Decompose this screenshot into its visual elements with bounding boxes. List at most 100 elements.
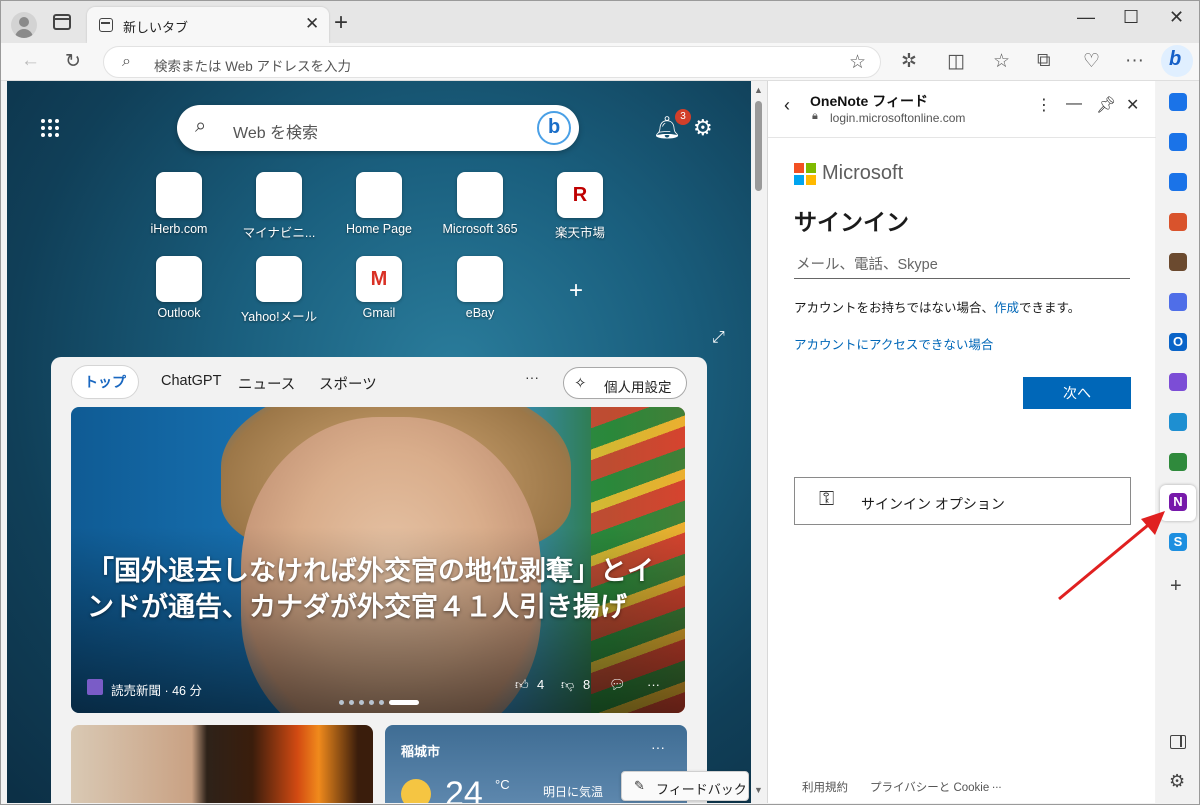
quick-link[interactable]: R 楽天市場 xyxy=(530,172,630,252)
create-account-link[interactable]: 作成 xyxy=(994,301,1019,315)
weather-city[interactable]: 稲城市 xyxy=(401,741,440,760)
panel-more-icon[interactable]: ⋮ xyxy=(1036,95,1052,115)
next-button[interactable]: 次へ xyxy=(1023,377,1131,409)
panel-close-icon[interactable]: ✕ xyxy=(1126,95,1139,115)
maximize-button[interactable]: ☐ xyxy=(1123,7,1139,28)
quick-link-tile-icon[interactable] xyxy=(156,172,202,218)
quick-link[interactable]: Outlook xyxy=(129,256,229,336)
quick-link[interactable]: Microsoft 365 xyxy=(430,172,530,252)
terms-link[interactable]: 利用規約 xyxy=(802,779,848,795)
quick-link[interactable]: iHerb.com xyxy=(129,172,229,252)
quick-link-tile-icon[interactable] xyxy=(356,172,402,218)
outlook-icon[interactable]: O xyxy=(1169,333,1187,351)
hero-story[interactable]: 「国外退去しなければ外交官の地位剥奪」とインドが通告、カナダが外交官４１人引き揚… xyxy=(71,407,685,713)
expand-icon[interactable]: ⤢ xyxy=(712,329,725,347)
quick-link-tile-icon[interactable] xyxy=(156,256,202,302)
quick-link[interactable]: マイナビニ... xyxy=(229,172,329,252)
refresh-icon[interactable]: ↻ xyxy=(65,50,81,73)
search-placeholder[interactable]: Web を検索 xyxy=(233,119,318,143)
email-field[interactable]: メール、電話、Skype xyxy=(794,245,1130,279)
toolbox-icon[interactable] xyxy=(1169,213,1187,231)
sidebar-settings-gear-icon[interactable]: ⚙ xyxy=(1169,771,1185,792)
tree-icon[interactable] xyxy=(1169,453,1187,471)
tab-sports[interactable]: スポーツ xyxy=(319,373,377,394)
profile-avatar[interactable] xyxy=(11,12,37,38)
search-icon[interactable] xyxy=(1169,133,1187,151)
cant-access-link[interactable]: アカウントにアクセスできない場合 xyxy=(794,334,993,353)
add-quick-link-button[interactable]: + xyxy=(569,277,583,305)
quick-link[interactable]: eBay xyxy=(430,256,530,336)
quick-link-label[interactable]: iHerb.com xyxy=(129,222,229,236)
web-search-box[interactable]: ⌕ Web を検索 b xyxy=(177,105,579,151)
footer-more-link[interactable]: ... xyxy=(992,779,1002,791)
quick-link-label[interactable]: マイナビニ... xyxy=(229,222,329,241)
address-bar[interactable]: ⌕ 検索または Web アドレスを入力 ☆ xyxy=(103,46,881,78)
tab-news[interactable]: ニュース xyxy=(238,373,295,394)
panel-minimize-icon[interactable]: — xyxy=(1066,95,1082,113)
collections-icon[interactable]: ⧉ xyxy=(1037,50,1051,72)
hero-more-button[interactable]: ··· xyxy=(647,677,660,692)
bing-chat-icon[interactable]: b xyxy=(537,111,571,145)
quick-link-tile-icon[interactable] xyxy=(457,172,503,218)
story-card-image[interactable] xyxy=(71,725,373,803)
extensions-icon[interactable]: ✲ xyxy=(901,50,917,73)
tag-icon[interactable] xyxy=(1169,173,1187,191)
hero-headline[interactable]: 「国外退去しなければ外交官の地位剥奪」とインドが通告、カナダが外交官４１人引き揚… xyxy=(87,553,677,625)
favorites-icon[interactable]: ☆ xyxy=(993,50,1010,73)
quick-link[interactable]: M Gmail xyxy=(329,256,429,336)
dislike-icon[interactable]: 👎︎ xyxy=(561,677,574,693)
bell-icon[interactable] xyxy=(1169,93,1187,111)
favorite-star-icon[interactable]: ☆ xyxy=(849,51,866,74)
personalize-button[interactable]: ✧ 個人用設定 xyxy=(563,367,687,399)
hero-source[interactable]: 読売新聞 · 46 分 xyxy=(111,680,202,699)
quick-link-label[interactable]: 楽天市場 xyxy=(530,222,630,241)
window-close-button[interactable]: ✕ xyxy=(1169,7,1184,28)
send-icon[interactable] xyxy=(1169,413,1187,431)
quick-link-tile-icon[interactable]: R xyxy=(557,172,603,218)
back-icon[interactable]: ← xyxy=(21,50,40,72)
weather-more-button[interactable]: ··· xyxy=(651,739,665,755)
copilot-bing-icon[interactable]: b xyxy=(1161,45,1193,77)
quick-link[interactable]: Yahoo!メール xyxy=(229,256,329,336)
scroll-down-icon[interactable]: ▼ xyxy=(754,785,763,795)
scroll-up-icon[interactable]: ▲ xyxy=(754,85,763,95)
quick-link-label[interactable]: Home Page xyxy=(329,222,429,236)
page-scrollbar[interactable]: ▲ ▼ xyxy=(751,81,767,803)
tab-new-tab[interactable]: 新しいタブ ✕ xyxy=(87,7,329,43)
quick-link-label[interactable]: Yahoo!メール xyxy=(229,306,329,325)
privacy-link[interactable]: プライバシーと Cookie xyxy=(870,779,989,795)
quick-link-tile-icon[interactable]: M xyxy=(356,256,402,302)
panel-back-icon[interactable]: ‹ xyxy=(784,95,790,116)
split-screen-icon[interactable]: ◫ xyxy=(947,50,965,73)
quick-link-tile-icon[interactable] xyxy=(457,256,503,302)
quick-link-tile-icon[interactable] xyxy=(256,172,302,218)
new-tab-button[interactable]: + xyxy=(334,9,348,37)
panel-pin-icon[interactable]: 📌︎ xyxy=(1096,95,1116,115)
tab-top[interactable]: トップ xyxy=(71,365,139,399)
tab-close-icon[interactable]: ✕ xyxy=(305,14,319,34)
page-settings-gear-icon[interactable]: ⚙ xyxy=(693,115,713,141)
quick-link-label[interactable]: Microsoft 365 xyxy=(430,222,530,236)
quick-link-label[interactable]: Outlook xyxy=(129,306,229,320)
email-placeholder[interactable]: メール、電話、Skype xyxy=(796,253,938,274)
more-menu-icon[interactable]: ··· xyxy=(1125,50,1144,72)
designer-icon[interactable] xyxy=(1169,373,1187,391)
minimize-button[interactable]: — xyxy=(1077,7,1095,28)
copilot-icon[interactable] xyxy=(1169,293,1187,311)
hide-sidebar-icon[interactable] xyxy=(1170,735,1186,749)
browser-essentials-icon[interactable]: ♡ xyxy=(1083,50,1100,73)
tab-chatgpt[interactable]: ChatGPT xyxy=(161,373,221,389)
quick-link-label[interactable]: Gmail xyxy=(329,306,429,320)
tab-actions-icon[interactable] xyxy=(53,14,71,30)
scroll-thumb[interactable] xyxy=(755,101,762,191)
quick-link-label[interactable]: eBay xyxy=(430,306,530,320)
quick-link[interactable]: Home Page xyxy=(329,172,429,252)
address-placeholder[interactable]: 検索または Web アドレスを入力 xyxy=(154,55,351,75)
like-icon[interactable]: 👍︎ xyxy=(515,677,529,693)
news-more-button[interactable]: ··· xyxy=(525,369,539,385)
chess-icon[interactable] xyxy=(1169,253,1187,271)
feedback-button[interactable]: ✎ フィードバック xyxy=(621,771,749,801)
quick-link-tile-icon[interactable] xyxy=(256,256,302,302)
app-launcher-icon[interactable] xyxy=(41,119,61,139)
comment-icon[interactable]: 💬︎ xyxy=(609,677,626,693)
